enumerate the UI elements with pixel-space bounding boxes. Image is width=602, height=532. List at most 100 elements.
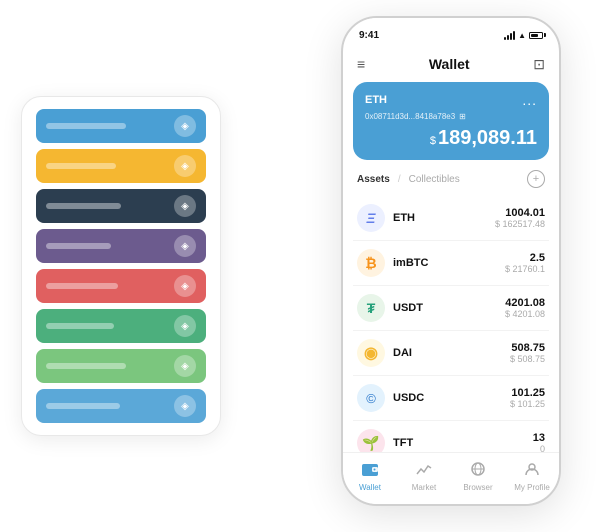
card-line bbox=[46, 163, 116, 169]
usdc-icon: © bbox=[357, 384, 385, 412]
asset-name-eth: ETH bbox=[393, 212, 495, 224]
card-icon: ◈ bbox=[174, 355, 196, 377]
asset-info-eth: ETH bbox=[393, 212, 495, 224]
market-nav-icon bbox=[416, 462, 432, 481]
card-line bbox=[46, 123, 126, 129]
asset-values-dai: 508.75 $ 508.75 bbox=[510, 342, 545, 364]
nav-browser[interactable]: Browser bbox=[451, 462, 505, 492]
asset-name-tft: TFT bbox=[393, 437, 533, 449]
nav-profile-label: My Profile bbox=[514, 483, 550, 492]
card-item[interactable]: ◈ bbox=[36, 149, 206, 183]
eth-icon: Ξ bbox=[357, 204, 385, 232]
card-item[interactable]: ◈ bbox=[36, 229, 206, 263]
asset-row-dai[interactable]: ◉ DAI 508.75 $ 508.75 bbox=[353, 331, 549, 376]
asset-list: Ξ ETH 1004.01 $ 162517.48 ₿ imBTC 2.5 $ … bbox=[343, 196, 559, 452]
asset-usd-eth: $ 162517.48 bbox=[495, 219, 545, 229]
nav-browser-label: Browser bbox=[463, 483, 492, 492]
eth-card-address: 0x08711d3d...8418a78e3 ⊞ bbox=[365, 112, 537, 121]
card-line bbox=[46, 403, 120, 409]
card-stack: ◈ ◈ ◈ ◈ ◈ ◈ ◈ ◈ bbox=[21, 96, 221, 436]
nav-profile[interactable]: My Profile bbox=[505, 462, 559, 492]
phone: 9:41 ▲ ≡ Wallet ⊡ ETH bbox=[341, 16, 561, 506]
asset-info-imbtc: imBTC bbox=[393, 257, 505, 269]
card-icon: ◈ bbox=[174, 395, 196, 417]
expand-icon[interactable]: ⊡ bbox=[533, 56, 545, 73]
bottom-nav: Wallet Market Browser bbox=[343, 452, 559, 504]
card-item[interactable]: ◈ bbox=[36, 309, 206, 343]
asset-usd-imbtc: $ 21760.1 bbox=[505, 264, 545, 274]
eth-card-header: ETH ... bbox=[365, 92, 537, 108]
eth-card-dots-button[interactable]: ... bbox=[522, 92, 537, 108]
card-line bbox=[46, 243, 111, 249]
asset-amount-imbtc: 2.5 bbox=[505, 252, 545, 264]
asset-row-usdt[interactable]: ₮ USDT 4201.08 $ 4201.08 bbox=[353, 286, 549, 331]
nav-wallet[interactable]: Wallet bbox=[343, 462, 397, 492]
page-title: Wallet bbox=[429, 56, 470, 72]
card-icon: ◈ bbox=[174, 235, 196, 257]
eth-card-amount: $189,089.11 bbox=[365, 127, 537, 150]
asset-row-imbtc[interactable]: ₿ imBTC 2.5 $ 21760.1 bbox=[353, 241, 549, 286]
asset-usd-usdc: $ 101.25 bbox=[510, 399, 545, 409]
asset-name-dai: DAI bbox=[393, 347, 510, 359]
card-icon: ◈ bbox=[174, 155, 196, 177]
card-item[interactable]: ◈ bbox=[36, 349, 206, 383]
signal-bar-2 bbox=[507, 35, 509, 40]
card-icon: ◈ bbox=[174, 115, 196, 137]
asset-info-dai: DAI bbox=[393, 347, 510, 359]
tab-assets[interactable]: Assets bbox=[357, 174, 390, 185]
wifi-icon: ▲ bbox=[518, 31, 526, 40]
browser-nav-icon bbox=[470, 462, 486, 481]
asset-usd-dai: $ 508.75 bbox=[510, 354, 545, 364]
dai-icon: ◉ bbox=[357, 339, 385, 367]
status-icons: ▲ bbox=[504, 31, 543, 40]
card-item[interactable]: ◈ bbox=[36, 389, 206, 423]
phone-header: ≡ Wallet ⊡ bbox=[343, 46, 559, 82]
eth-card[interactable]: ETH ... 0x08711d3d...8418a78e3 ⊞ $189,08… bbox=[353, 82, 549, 160]
menu-icon[interactable]: ≡ bbox=[357, 56, 365, 72]
asset-amount-tft: 13 bbox=[533, 432, 545, 444]
tab-collectibles[interactable]: Collectibles bbox=[409, 174, 460, 185]
signal-bars-icon bbox=[504, 31, 515, 40]
card-item[interactable]: ◈ bbox=[36, 109, 206, 143]
card-item[interactable]: ◈ bbox=[36, 189, 206, 223]
nav-wallet-label: Wallet bbox=[359, 483, 381, 492]
asset-name-imbtc: imBTC bbox=[393, 257, 505, 269]
battery-fill bbox=[531, 34, 538, 37]
asset-info-tft: TFT bbox=[393, 437, 533, 449]
asset-amount-eth: 1004.01 bbox=[495, 207, 545, 219]
asset-usd-usdt: $ 4201.08 bbox=[505, 309, 545, 319]
asset-values-eth: 1004.01 $ 162517.48 bbox=[495, 207, 545, 229]
card-line bbox=[46, 203, 121, 209]
status-time: 9:41 bbox=[359, 30, 379, 41]
card-line bbox=[46, 283, 118, 289]
nav-market[interactable]: Market bbox=[397, 462, 451, 492]
scene: ◈ ◈ ◈ ◈ ◈ ◈ ◈ ◈ bbox=[21, 16, 581, 516]
card-icon: ◈ bbox=[174, 275, 196, 297]
card-line bbox=[46, 323, 114, 329]
asset-amount-usdc: 101.25 bbox=[510, 387, 545, 399]
add-asset-button[interactable]: + bbox=[527, 170, 545, 188]
tab-divider: / bbox=[398, 174, 401, 185]
profile-nav-icon bbox=[524, 462, 540, 481]
assets-tabs: Assets / Collectibles bbox=[357, 174, 460, 185]
asset-row-eth[interactable]: Ξ ETH 1004.01 $ 162517.48 bbox=[353, 196, 549, 241]
signal-bar-4 bbox=[513, 31, 515, 40]
asset-amount-usdt: 4201.08 bbox=[505, 297, 545, 309]
imbtc-icon: ₿ bbox=[357, 249, 385, 277]
nav-market-label: Market bbox=[412, 483, 436, 492]
assets-header: Assets / Collectibles + bbox=[343, 170, 559, 196]
asset-values-tft: 13 0 bbox=[533, 432, 545, 452]
asset-row-usdc[interactable]: © USDC 101.25 $ 101.25 bbox=[353, 376, 549, 421]
card-icon: ◈ bbox=[174, 315, 196, 337]
asset-info-usdc: USDC bbox=[393, 392, 510, 404]
asset-row-tft[interactable]: 🌱 TFT 13 0 bbox=[353, 421, 549, 452]
asset-name-usdc: USDC bbox=[393, 392, 510, 404]
asset-values-usdt: 4201.08 $ 4201.08 bbox=[505, 297, 545, 319]
asset-values-usdc: 101.25 $ 101.25 bbox=[510, 387, 545, 409]
asset-name-usdt: USDT bbox=[393, 302, 505, 314]
eth-card-title: ETH bbox=[365, 94, 387, 106]
card-item[interactable]: ◈ bbox=[36, 269, 206, 303]
tft-icon: 🌱 bbox=[357, 429, 385, 452]
status-bar: 9:41 ▲ bbox=[343, 18, 559, 46]
wallet-nav-icon bbox=[362, 462, 378, 481]
